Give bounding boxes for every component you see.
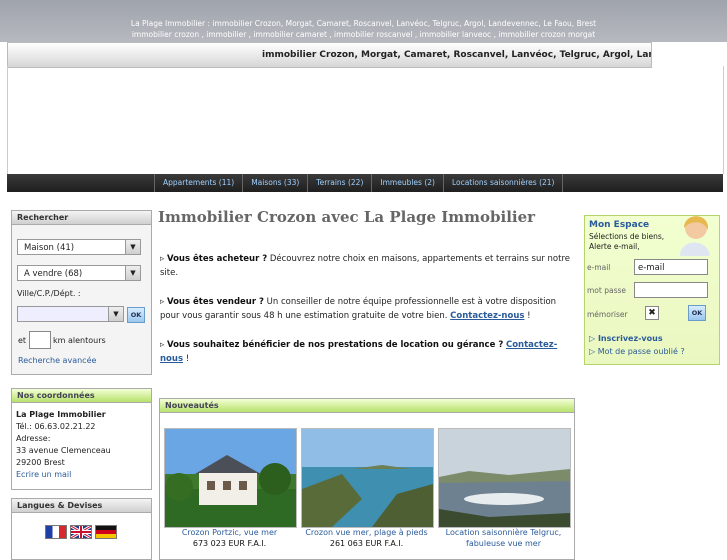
nav-item-immeubles[interactable]: Immeubles (2) — [371, 174, 443, 192]
register-link-label: Inscrivez-vous — [597, 334, 663, 343]
top-bar-line2: immobilier crozon , immobilier , immobil… — [131, 30, 596, 39]
news-caption-1[interactable]: Crozon Portzic, vue mer 673 023 EUR F.A.… — [164, 527, 295, 549]
scrolling-marquee: immobilier Crozon, Morgat, Camaret, Rosc… — [7, 42, 652, 68]
remember-label: mémoriser — [587, 310, 628, 319]
buyer-bold: Vous êtes acheteur ? — [166, 254, 268, 264]
seller-bold: Vous êtes vendeur ? — [166, 297, 264, 307]
location-select[interactable]: ▼ — [17, 306, 124, 322]
avatar — [670, 208, 718, 256]
bullet-icon: ▹ — [160, 297, 167, 307]
rental-paragraph: ▹ Vous souhaitez bénéficier de nos prest… — [160, 338, 575, 366]
forgot-password-label: Mot de passe oublié ? — [597, 347, 685, 356]
location-label: Ville/C.P./Dépt. : — [17, 289, 81, 298]
bullet-icon: ▹ — [160, 254, 167, 264]
nav-item-terrains[interactable]: Terrains (22) — [307, 174, 371, 192]
main-nav: Appartements (11) Maisons (33) Terrains … — [7, 174, 723, 192]
news-caption-3[interactable]: Location saisonnière Telgruc, fabuleuse … — [438, 527, 569, 549]
chevron-down-icon: ▼ — [125, 240, 140, 254]
type-select-value: Maison (41) — [24, 243, 75, 253]
triangle-right-icon: ▷ — [589, 334, 596, 343]
search-ok-button[interactable]: OK — [127, 307, 145, 323]
seller-contact-link[interactable]: Contactez-nous — [450, 311, 524, 321]
top-bar: La Plage Immobilier : immobilier Crozon,… — [0, 0, 727, 42]
city: 29200 Brest — [16, 458, 65, 467]
email-field[interactable]: e-mail — [634, 259, 708, 275]
news-caption-1-title: Crozon Portzic, vue mer — [181, 528, 278, 537]
languages-box-title: Langues & Devises — [12, 499, 151, 513]
km-input[interactable] — [29, 331, 51, 349]
buyer-paragraph: ▹ Vous êtes acheteur ? Découvrez notre c… — [160, 252, 575, 280]
street: 33 avenue Clemenceau — [16, 446, 111, 455]
chevron-down-icon: ▼ — [125, 266, 140, 280]
banner-area — [7, 66, 724, 174]
fr-flag-icon[interactable] — [45, 525, 67, 539]
search-box-title: Rechercher — [12, 211, 151, 225]
triangle-right-icon: ▷ — [589, 347, 596, 356]
news-caption-2-title: Crozon vue mer, plage à pieds — [305, 528, 428, 537]
news-box-title: Nouveautés — [160, 399, 574, 413]
type-select[interactable]: Maison (41) ▼ — [17, 239, 141, 255]
transaction-select[interactable]: A vendre (68) ▼ — [17, 265, 141, 281]
top-bar-line1: La Plage Immobilier : immobilier Crozon,… — [130, 19, 597, 28]
nav-item-maisons[interactable]: Maisons (33) — [242, 174, 307, 192]
news-caption-3-sub: fabuleuse vue mer — [466, 539, 541, 548]
espace-subtitle: Sélections de biens, Alerte e-mail, — [589, 232, 664, 252]
email-label: e-mail — [587, 263, 611, 272]
advanced-search-link[interactable]: Recherche avancée — [18, 356, 96, 365]
address-label: Adresse: — [16, 434, 51, 443]
marquee-text: immobilier Crozon, Morgat, Camaret, Rosc… — [262, 50, 651, 60]
news-caption-3-title: Location saisonnière Telgruc, — [445, 528, 562, 537]
contact-box: Nos coordonnées La Plage Immobilier Tél.… — [11, 388, 152, 490]
seller-paragraph: ▹ Vous êtes vendeur ? Un conseiller de n… — [160, 295, 575, 323]
news-thumb-1[interactable] — [164, 428, 297, 528]
news-thumb-2[interactable] — [301, 428, 434, 528]
news-caption-2[interactable]: Crozon vue mer, plage à pieds 261 063 EU… — [301, 527, 432, 549]
seller-end: ! — [524, 311, 531, 321]
phone: Tél.: 06.63.02.21.22 — [16, 422, 96, 431]
news-caption-1-price: 673 023 EUR F.A.I. — [192, 539, 267, 548]
email-link[interactable]: Ecrire un mail — [16, 469, 147, 481]
espace-subtitle2: Alerte e-mail, — [589, 242, 640, 251]
km-suffix: km alentours — [53, 336, 106, 345]
rental-end: ! — [183, 354, 190, 364]
register-link[interactable]: ▷ Inscrivez-vous — [589, 334, 663, 343]
nav-item-appartements[interactable]: Appartements (11) — [154, 174, 242, 192]
news-caption-2-price: 261 063 EUR F.A.I. — [329, 539, 404, 548]
company-name: La Plage Immobilier — [16, 410, 106, 419]
chevron-down-icon: ▼ — [108, 307, 123, 321]
password-field[interactable] — [634, 282, 708, 298]
page-title: Immobilier Crozon avec La Plage Immobili… — [158, 208, 536, 226]
espace-subtitle1: Sélections de biens, — [589, 232, 665, 241]
uk-flag-icon[interactable] — [70, 524, 92, 540]
remember-checkbox[interactable]: ✖ — [645, 306, 659, 320]
bullet-icon: ▹ — [160, 340, 167, 350]
nav-item-locations[interactable]: Locations saisonnières (21) — [442, 174, 564, 192]
news-thumb-3[interactable] — [438, 428, 571, 528]
transaction-select-value: A vendre (68) — [24, 269, 83, 279]
login-ok-button[interactable]: OK — [688, 305, 706, 321]
rental-bold: Vous souhaitez bénéficier de nos prestat… — [166, 340, 504, 350]
password-label: mot passe — [587, 286, 627, 295]
de-flag-icon[interactable] — [95, 525, 117, 539]
km-prefix: et — [18, 336, 27, 345]
contact-box-title: Nos coordonnées — [12, 389, 151, 403]
espace-title: Mon Espace — [589, 220, 650, 230]
forgot-password-link[interactable]: ▷ Mot de passe oublié ? — [589, 347, 685, 356]
